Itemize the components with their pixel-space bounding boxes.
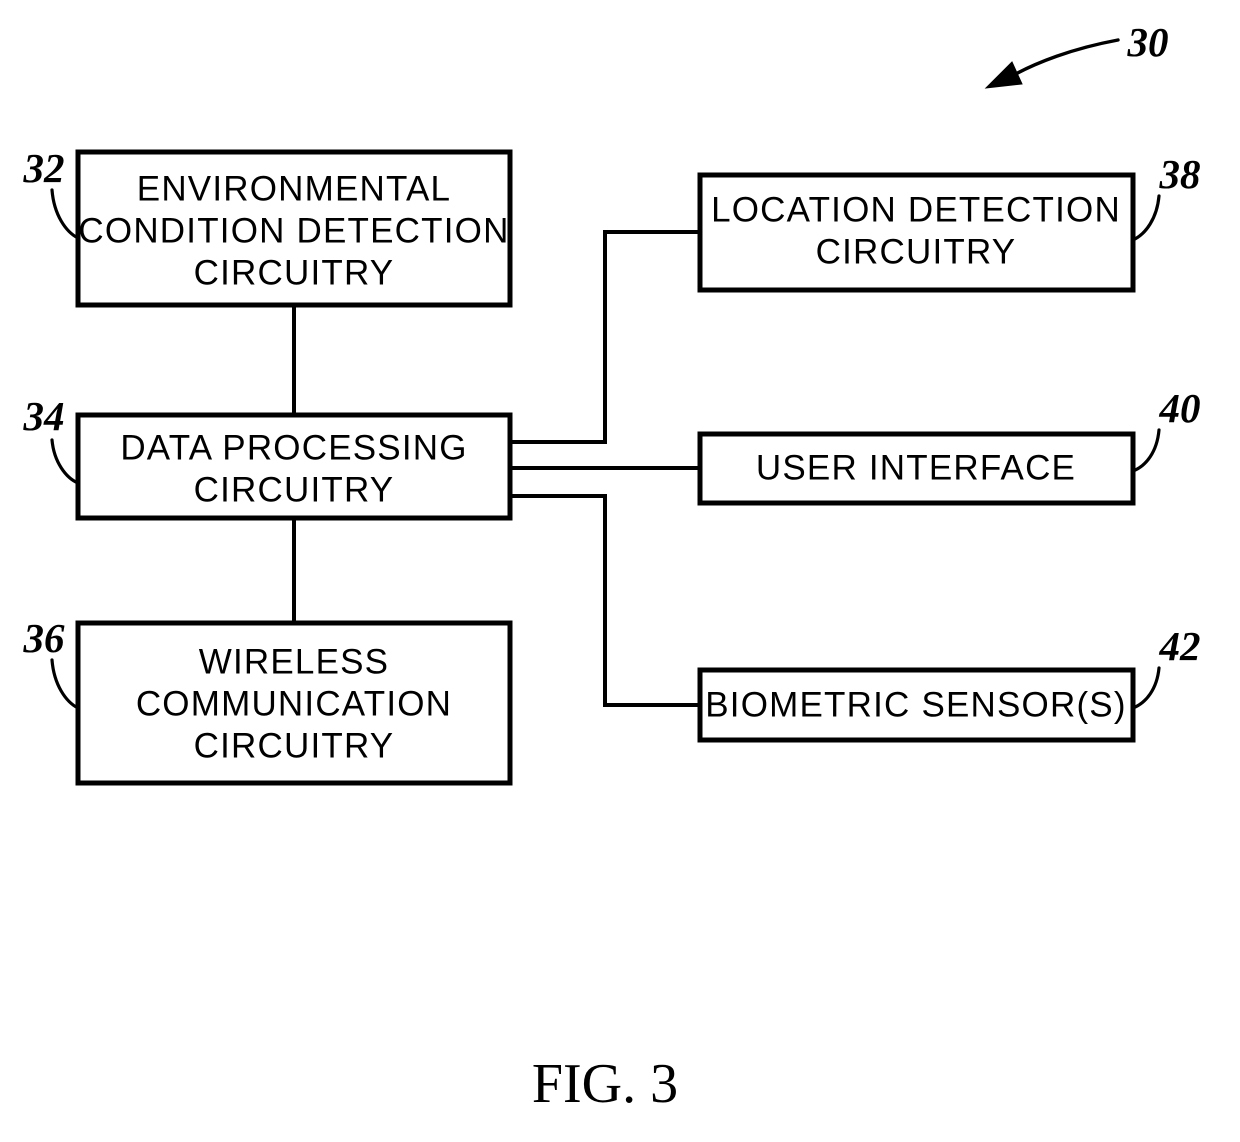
arrow-head-icon [984, 61, 1023, 89]
system-reference-arrow [984, 38, 1120, 89]
reference-numeral-36: 36 [23, 615, 66, 661]
figure-caption: FIG. 3 [532, 1053, 678, 1115]
block-location-detection-circuitry[interactable]: LOCATION DETECTION CIRCUITRY [697, 172, 1136, 293]
reference-numeral-30: 30 [1127, 19, 1169, 65]
block-label-line-1: USER INTERFACE [756, 448, 1076, 487]
lead-line-40 [1131, 428, 1161, 473]
lead-line-36 [50, 658, 80, 710]
block-data-processing-circuitry[interactable]: DATA PROCESSING CIRCUITRY [75, 412, 513, 521]
block-label-line-1: LOCATION DETECTION [711, 190, 1121, 229]
block-user-interface[interactable]: USER INTERFACE [697, 431, 1136, 506]
patent-figure-3: 30 ENVIRONMENTAL CONDITION DETECTION CIR… [0, 0, 1240, 1142]
block-label-line-1: BIOMETRIC SENSOR(S) [705, 685, 1126, 724]
block-label-line-1: ENVIRONMENTAL [137, 169, 451, 208]
lead-line-42 [1131, 666, 1161, 710]
lead-line-32 [50, 188, 80, 240]
block-label-line-2: CONDITION DETECTION [78, 211, 509, 250]
reference-numeral-38: 38 [1159, 151, 1201, 197]
block-environmental-condition-detection-circuitry[interactable]: ENVIRONMENTAL CONDITION DETECTION CIRCUI… [75, 149, 513, 308]
block-label-line-3: CIRCUITRY [194, 253, 395, 292]
lead-line-38 [1131, 194, 1161, 242]
reference-numeral-40: 40 [1159, 385, 1201, 431]
reference-numeral-32: 32 [23, 145, 65, 191]
block-biometric-sensors[interactable]: BIOMETRIC SENSOR(S) [697, 667, 1136, 743]
block-wireless-communication-circuitry[interactable]: WIRELESS COMMUNICATION CIRCUITRY [75, 620, 513, 786]
reference-numeral-42: 42 [1159, 623, 1201, 669]
block-label-line-2: CIRCUITRY [194, 470, 395, 509]
lead-line-34 [50, 438, 80, 485]
block-label-line-2: CIRCUITRY [816, 232, 1017, 271]
block-label-line-2: COMMUNICATION [136, 684, 452, 723]
block-label-line-3: CIRCUITRY [194, 726, 395, 765]
connector-data-processing-to-location [510, 230, 700, 444]
block-diagram-canvas: 30 ENVIRONMENTAL CONDITION DETECTION CIR… [23, 19, 1201, 1115]
block-label-line-1: WIRELESS [199, 642, 389, 681]
reference-numeral-34: 34 [23, 393, 65, 439]
block-label-line-1: DATA PROCESSING [120, 428, 467, 467]
connector-data-processing-to-biometric [510, 494, 700, 707]
